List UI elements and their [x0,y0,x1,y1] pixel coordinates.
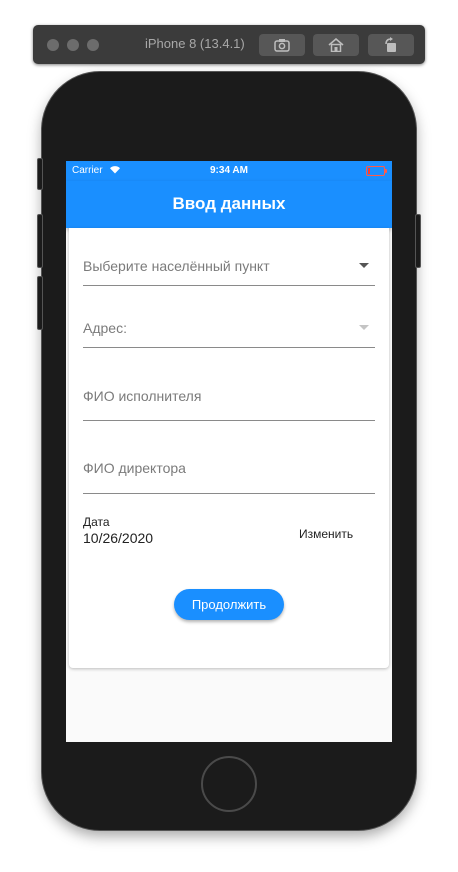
rotate-icon [385,37,396,52]
minimize-window-icon[interactable] [67,39,79,51]
app-bar: Ввод данных [66,181,392,228]
status-time: 9:34 AM [210,165,248,176]
dropdown-arrow-icon [359,325,369,330]
address-dropdown-hint: Адрес: [83,320,127,336]
mute-switch [37,158,43,190]
home-icon [328,38,344,52]
screenshot-button[interactable] [259,34,305,56]
volume-down-button [37,276,43,330]
form-card: Выберите населённый пункт Адрес: ФИО исп… [69,228,389,668]
status-bar: Carrier 9:34 AM [66,161,392,181]
volume-up-button [37,214,43,268]
continue-button[interactable]: Продолжить [174,589,284,620]
director-name-field[interactable]: ФИО директора [83,447,375,494]
settlement-dropdown[interactable]: Выберите населённый пункт [83,248,375,286]
battery-icon [366,166,387,176]
change-date-button[interactable]: Изменить [295,527,357,541]
simulator-title: iPhone 8 (13.4.1) [145,36,245,51]
settlement-dropdown-hint: Выберите населённый пункт [83,258,270,274]
rotate-button[interactable] [368,34,414,56]
dropdown-arrow-icon [359,263,369,268]
date-label: Дата [83,515,110,529]
device-home-button[interactable] [201,756,257,812]
page-title: Ввод данных [172,194,286,213]
power-button [415,214,421,268]
simulator-toolbar: iPhone 8 (13.4.1) [33,25,425,64]
address-dropdown[interactable]: Адрес: [83,310,375,348]
home-button[interactable] [313,34,359,56]
close-window-icon[interactable] [47,39,59,51]
device-screen: Carrier 9:34 AM Ввод данных Выберите нас… [66,161,392,742]
screenshot-icon [274,39,290,52]
executor-name-placeholder: ФИО исполнителя [83,388,202,404]
zoom-window-icon[interactable] [87,39,99,51]
date-value: 10/26/2020 [83,530,154,546]
director-name-placeholder: ФИО директора [83,460,186,476]
executor-name-field[interactable]: ФИО исполнителя [83,374,375,421]
